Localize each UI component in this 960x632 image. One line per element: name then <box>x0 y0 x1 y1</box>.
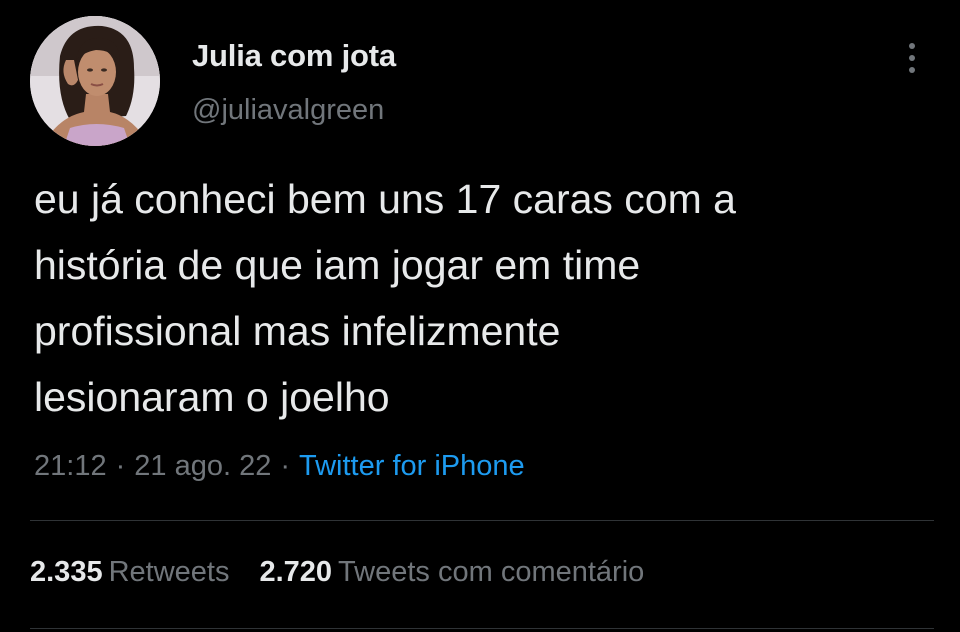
retweets-label: Retweets <box>108 556 230 588</box>
tweet-stats: 2.335 Retweets 2.720 Tweets com comentário <box>30 556 674 589</box>
tweet-text-line: eu já conheci bem uns 17 caras com a <box>34 176 736 222</box>
retweets-count: 2.335 <box>30 556 103 588</box>
avatar[interactable] <box>30 16 160 146</box>
tweet-time[interactable]: 21:12 <box>34 450 107 482</box>
tweet-metadata: 21:12 · 21 ago. 22 · Twitter for iPhone <box>34 450 525 483</box>
author-handle[interactable]: @juliavalgreen <box>192 94 384 127</box>
tweet-date[interactable]: 21 ago. 22 <box>134 450 271 482</box>
quote-tweets-label: Tweets com comentário <box>338 556 645 588</box>
divider <box>30 628 934 629</box>
meta-separator: · <box>115 450 126 482</box>
profile-photo-icon <box>30 16 160 146</box>
tweet-text: eu já conheci bem uns 17 caras com a his… <box>34 166 939 430</box>
divider <box>30 520 934 521</box>
retweets-stat[interactable]: 2.335 Retweets <box>30 556 229 588</box>
author-display-name[interactable]: Julia com jota <box>192 38 396 74</box>
tweet-text-line: lesionaram o joelho <box>34 374 390 420</box>
tweet-text-line: profissional mas infelizmente <box>34 308 561 354</box>
vertical-ellipsis-icon[interactable] <box>898 40 926 76</box>
tweet-text-line: história de que iam jogar em time <box>34 242 641 288</box>
meta-separator: · <box>280 450 290 482</box>
tweet-source-link[interactable]: Twitter for iPhone <box>299 450 525 482</box>
quote-tweets-stat[interactable]: 2.720 Tweets com comentário <box>259 556 644 588</box>
quote-tweets-count: 2.720 <box>259 556 333 588</box>
tweet-card: Julia com jota @juliavalgreen eu já conh… <box>0 0 960 632</box>
